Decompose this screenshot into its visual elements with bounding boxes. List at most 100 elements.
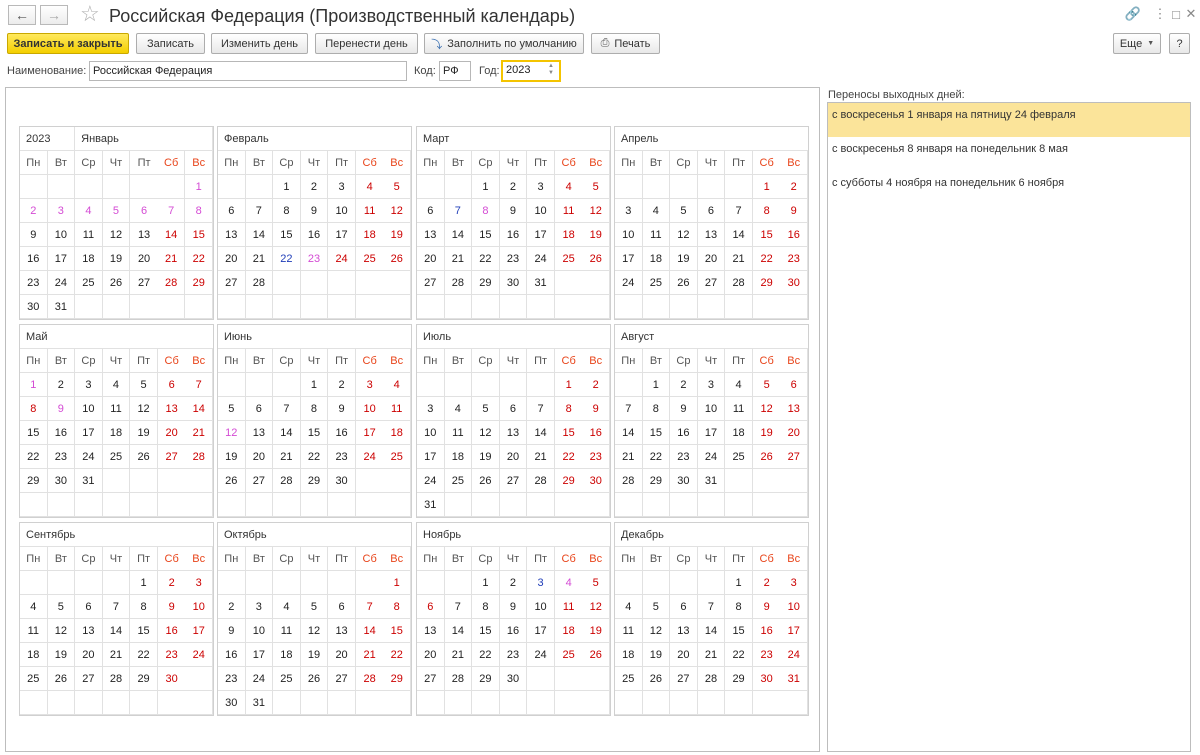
day-cell[interactable]: 15	[130, 619, 158, 643]
day-cell[interactable]: 22	[185, 247, 213, 271]
day-cell[interactable]: 9	[670, 397, 698, 421]
day-cell[interactable]: 16	[582, 421, 610, 445]
day-cell[interactable]: 23	[47, 445, 76, 469]
day-cell[interactable]: 6	[499, 397, 528, 421]
day-cell[interactable]: 12	[300, 619, 329, 643]
move-day-button[interactable]: Перенести день	[315, 33, 418, 54]
day-cell[interactable]: 7	[444, 199, 473, 223]
link-icon[interactable]: 🔗	[1124, 5, 1142, 23]
day-cell[interactable]: 24	[417, 469, 445, 493]
day-cell[interactable]: 12	[218, 421, 246, 445]
day-cell[interactable]: 10	[75, 397, 103, 421]
day-cell[interactable]: 21	[355, 643, 384, 667]
day-cell[interactable]: 9	[780, 199, 808, 223]
day-cell[interactable]: 11	[75, 223, 103, 247]
day-cell[interactable]: 14	[355, 619, 384, 643]
day-cell[interactable]: 28	[102, 667, 131, 691]
day-cell[interactable]: 6	[328, 595, 356, 619]
change-day-button[interactable]: Изменить день	[211, 33, 308, 54]
day-cell[interactable]: 8	[20, 397, 48, 421]
day-cell[interactable]: 10	[527, 595, 555, 619]
day-cell[interactable]: 13	[499, 421, 528, 445]
day-cell[interactable]: 13	[328, 619, 356, 643]
day-cell[interactable]: 8	[554, 397, 583, 421]
day-cell[interactable]: 26	[642, 667, 671, 691]
day-cell[interactable]: 11	[102, 397, 131, 421]
day-cell[interactable]: 30	[20, 295, 48, 319]
day-cell[interactable]: 14	[527, 421, 555, 445]
day-cell[interactable]: 28	[444, 271, 473, 295]
day-cell[interactable]: 3	[527, 571, 555, 595]
day-cell[interactable]: 3	[697, 373, 726, 397]
day-cell[interactable]: 2	[157, 571, 186, 595]
day-cell[interactable]: 2	[582, 373, 610, 397]
day-cell[interactable]: 21	[245, 247, 274, 271]
day-cell[interactable]: 18	[273, 643, 301, 667]
day-cell[interactable]: 16	[780, 223, 808, 247]
day-cell[interactable]: 8	[130, 595, 158, 619]
day-cell[interactable]: 19	[752, 421, 781, 445]
day-cell[interactable]: 22	[554, 445, 583, 469]
day-cell[interactable]: 10	[47, 223, 76, 247]
day-cell[interactable]: 2	[499, 175, 528, 199]
day-cell[interactable]: 14	[245, 223, 274, 247]
day-cell[interactable]: 20	[75, 643, 103, 667]
day-cell[interactable]: 20	[417, 247, 445, 271]
day-cell[interactable]: 29	[752, 271, 781, 295]
day-cell[interactable]: 13	[157, 397, 186, 421]
day-cell[interactable]: 23	[218, 667, 246, 691]
day-cell[interactable]: 26	[218, 469, 246, 493]
day-cell[interactable]: 1	[725, 571, 753, 595]
day-cell[interactable]: 19	[670, 247, 698, 271]
day-cell[interactable]: 13	[697, 223, 726, 247]
day-cell[interactable]: 28	[527, 469, 555, 493]
day-cell[interactable]: 13	[130, 223, 158, 247]
day-cell[interactable]: 9	[157, 595, 186, 619]
day-cell[interactable]: 26	[670, 271, 698, 295]
day-cell[interactable]: 6	[780, 373, 808, 397]
fill-default-button[interactable]: ⤵ Заполнить по умолчанию	[424, 33, 584, 54]
day-cell[interactable]: 17	[355, 421, 384, 445]
day-cell[interactable]: 21	[444, 643, 473, 667]
day-cell[interactable]: 16	[157, 619, 186, 643]
day-cell[interactable]: 21	[444, 247, 473, 271]
day-cell[interactable]: 4	[554, 175, 583, 199]
day-cell[interactable]: 6	[130, 199, 158, 223]
day-cell[interactable]: 11	[383, 397, 411, 421]
day-cell[interactable]: 19	[102, 247, 131, 271]
day-cell[interactable]: 20	[417, 643, 445, 667]
day-cell[interactable]: 12	[642, 619, 671, 643]
day-cell[interactable]: 26	[582, 247, 610, 271]
day-cell[interactable]: 17	[47, 247, 76, 271]
transfer-item[interactable]: с воскресенья 1 января на пятницу 24 фев…	[828, 103, 1190, 137]
day-cell[interactable]: 6	[697, 199, 726, 223]
day-cell[interactable]: 14	[444, 223, 473, 247]
day-cell[interactable]: 21	[273, 445, 301, 469]
day-cell[interactable]: 20	[499, 445, 528, 469]
day-cell[interactable]: 17	[245, 643, 274, 667]
day-cell[interactable]: 18	[554, 619, 583, 643]
day-cell[interactable]: 3	[417, 397, 445, 421]
day-cell[interactable]: 27	[245, 469, 274, 493]
day-cell[interactable]: 19	[130, 421, 158, 445]
day-cell[interactable]: 1	[130, 571, 158, 595]
day-cell[interactable]: 28	[157, 271, 186, 295]
day-cell[interactable]: 7	[245, 199, 274, 223]
day-cell[interactable]: 11	[725, 397, 753, 421]
day-cell[interactable]: 17	[527, 223, 555, 247]
transfer-item[interactable]: с воскресенья 8 января на понедельник 8 …	[828, 137, 1190, 171]
day-cell[interactable]: 3	[527, 175, 555, 199]
day-cell[interactable]: 18	[642, 247, 671, 271]
save-button[interactable]: Записать	[136, 33, 205, 54]
day-cell[interactable]: 24	[75, 445, 103, 469]
day-cell[interactable]: 15	[383, 619, 411, 643]
day-cell[interactable]: 9	[47, 397, 76, 421]
day-cell[interactable]: 24	[185, 643, 213, 667]
day-cell[interactable]: 5	[130, 373, 158, 397]
day-cell[interactable]: 19	[218, 445, 246, 469]
day-cell[interactable]: 25	[642, 271, 671, 295]
day-cell[interactable]: 8	[472, 199, 500, 223]
day-cell[interactable]: 15	[642, 421, 671, 445]
day-cell[interactable]: 5	[383, 175, 411, 199]
day-cell[interactable]: 8	[185, 199, 213, 223]
